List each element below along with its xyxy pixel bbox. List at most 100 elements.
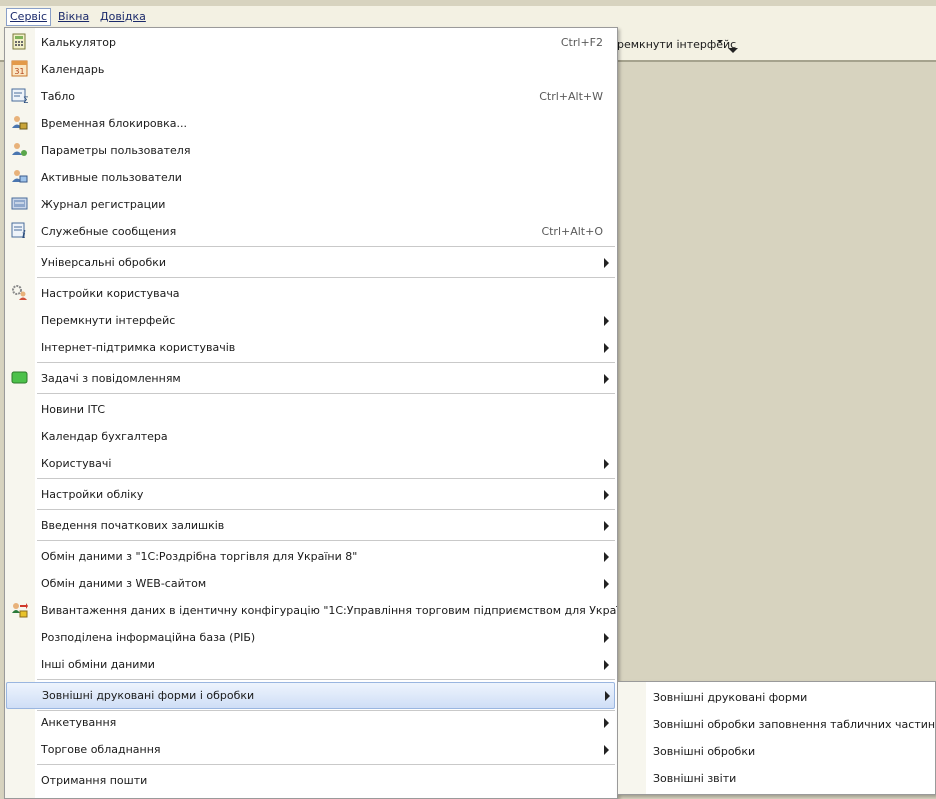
menu-item-label: Введення початкових залишків	[41, 519, 225, 532]
chevron-right-icon	[604, 660, 609, 670]
menu-item-opening-balances[interactable]: Введення початкових залишків	[5, 512, 617, 539]
menu-separator	[37, 679, 615, 680]
menu-item-temp-lock[interactable]: Временная блокировка...	[5, 110, 617, 137]
chevron-right-icon	[605, 691, 610, 701]
svg-text:31: 31	[14, 67, 24, 76]
menu-item-label: Календарь	[41, 63, 105, 76]
chevron-down-icon[interactable]	[728, 48, 738, 53]
menu-item-user-params[interactable]: Параметры пользователя	[5, 137, 617, 164]
submenu-item-external-print-forms[interactable]: Зовнішні друковані форми	[618, 683, 935, 710]
chevron-right-icon	[604, 718, 609, 728]
user-lock-icon	[11, 114, 28, 131]
menu-item-label: Настройки обліку	[41, 488, 144, 501]
calculator-icon	[11, 33, 28, 50]
menu-item-label: Журнал регистрации	[41, 198, 166, 211]
menu-separator	[37, 362, 615, 363]
chevron-right-icon	[604, 459, 609, 469]
menu-item-its-news[interactable]: Новини ІТС	[5, 396, 617, 423]
menu-item-other-exchanges[interactable]: Інші обміни даними	[5, 651, 617, 678]
menu-item-calendar[interactable]: 31 Календарь	[5, 56, 617, 83]
menu-item-shortcut: Ctrl+F2	[560, 36, 603, 49]
menu-item-label: Обмін даними з "1С:Роздрібна торгівля дл…	[41, 550, 358, 563]
menu-item-label: Новини ІТС	[41, 403, 106, 416]
journal-icon	[11, 195, 28, 212]
menu-item-tasks-with-message[interactable]: Задачі з повідомленням	[5, 365, 617, 392]
menu-item-shortcut: Ctrl+Alt+O	[541, 225, 603, 238]
menu-item-accountant-calendar[interactable]: Календар бухгалтера	[5, 423, 617, 450]
tablo-icon: Σ	[11, 87, 29, 106]
menu-item-active-users[interactable]: Активные пользователи	[5, 164, 617, 191]
menu-item-label: Торгове обладнання	[41, 743, 161, 756]
menu-item-exchange-web[interactable]: Обмін даними з WEB-сайтом	[5, 570, 617, 597]
small-dropdown-icon	[717, 40, 723, 43]
menu-item-label: Анкетування	[41, 716, 117, 729]
menubar-item-service[interactable]: Сервіс	[6, 8, 52, 26]
menu-item-user-settings[interactable]: Настройки користувача	[5, 280, 617, 307]
chevron-right-icon	[604, 258, 609, 268]
menu-separator	[37, 509, 615, 510]
external-forms-submenu: Зовнішні друковані форми Зовнішні обробк…	[617, 681, 936, 795]
user-gear-icon	[11, 284, 28, 301]
menu-item-service-messages[interactable]: i Служебные сообщения Ctrl+Alt+O	[5, 218, 617, 245]
chevron-right-icon	[604, 745, 609, 755]
menu-item-label: Інтернет-підтримка користувачів	[41, 341, 236, 354]
menu-item-label: Отримання пошти	[41, 774, 148, 787]
menu-item-external-forms[interactable]: Зовнішні друковані форми і обробки	[6, 682, 615, 709]
messages-icon: i	[11, 222, 28, 241]
menubar: Сервіс Вікна Довідка	[0, 6, 936, 29]
chevron-right-icon	[604, 343, 609, 353]
chevron-right-icon	[604, 490, 609, 500]
submenu-item-external-processing[interactable]: Зовнішні обробки	[618, 737, 935, 764]
menu-item-internet-support[interactable]: Інтернет-підтримка користувачів	[5, 334, 617, 361]
submenu-item-label: Зовнішні обробки заповнення табличних ча…	[653, 718, 936, 731]
menu-item-shortcut: Ctrl+Alt+W	[539, 90, 603, 103]
chevron-right-icon	[604, 552, 609, 562]
menubar-item-help[interactable]: Довідка	[100, 10, 146, 23]
menu-item-journal[interactable]: Журнал регистрации	[5, 191, 617, 218]
menu-item-calculator[interactable]: Калькулятор Ctrl+F2	[5, 29, 617, 56]
menu-separator	[37, 246, 615, 247]
menu-item-label: Обмін даними з WEB-сайтом	[41, 577, 207, 590]
submenu-item-label: Зовнішні друковані форми	[653, 691, 808, 704]
menu-item-surveys[interactable]: Анкетування	[5, 709, 617, 736]
svg-text:i: i	[22, 230, 26, 239]
service-menu: Калькулятор Ctrl+F2 31 Календарь Σ Табло…	[4, 27, 618, 799]
menu-item-trade-equipment[interactable]: Торгове обладнання	[5, 736, 617, 763]
menu-item-users[interactable]: Користувачі	[5, 450, 617, 477]
menu-item-label: Временная блокировка...	[41, 117, 188, 130]
menu-item-label: Розподілена інформаційна база (РІБ)	[41, 631, 256, 644]
task-message-icon	[11, 369, 28, 386]
chevron-right-icon	[604, 374, 609, 384]
menu-separator	[37, 277, 615, 278]
menu-separator	[37, 540, 615, 541]
menu-item-export-data[interactable]: Вивантаження даних в ідентичну конфігура…	[5, 597, 617, 624]
menu-item-switch-interface[interactable]: Перемкнути інтерфейс	[5, 307, 617, 334]
user-settings-icon	[11, 141, 28, 158]
menu-item-receive-mail[interactable]: Отримання пошти	[5, 767, 617, 794]
menu-item-label: Служебные сообщения	[41, 225, 177, 238]
menu-separator	[37, 764, 615, 765]
chevron-right-icon	[604, 579, 609, 589]
menu-separator	[37, 478, 615, 479]
menubar-item-windows[interactable]: Вікна	[58, 10, 89, 23]
menu-item-label: Калькулятор	[41, 36, 116, 49]
menu-item-label: Активные пользователи	[41, 171, 182, 184]
menu-item-label: Задачі з повідомленням	[41, 372, 181, 385]
submenu-item-external-table-fill[interactable]: Зовнішні обробки заповнення табличних ча…	[618, 710, 935, 737]
menu-item-label: Настройки користувача	[41, 287, 180, 300]
menu-item-label: Параметры пользователя	[41, 144, 191, 157]
menu-item-exchange-retail[interactable]: Обмін даними з "1С:Роздрібна торгівля дл…	[5, 543, 617, 570]
menu-item-label: Інші обміни даними	[41, 658, 155, 671]
menu-item-tablo[interactable]: Σ Табло Ctrl+Alt+W	[5, 83, 617, 110]
menu-item-distributed-ib[interactable]: Розподілена інформаційна база (РІБ)	[5, 624, 617, 651]
menu-item-label: Зовнішні друковані форми і обробки	[42, 689, 255, 702]
calendar-icon: 31	[11, 60, 28, 77]
menu-item-label: Користувачі	[41, 457, 112, 470]
menu-item-label: Табло	[41, 90, 76, 103]
chevron-right-icon	[604, 633, 609, 643]
chevron-right-icon	[604, 316, 609, 326]
submenu-item-label: Зовнішні обробки	[653, 745, 756, 758]
menu-item-accounting-settings[interactable]: Настройки обліку	[5, 481, 617, 508]
submenu-item-external-reports[interactable]: Зовнішні звіти	[618, 764, 935, 791]
menu-item-universal-processing[interactable]: Універсальні обробки	[5, 249, 617, 276]
